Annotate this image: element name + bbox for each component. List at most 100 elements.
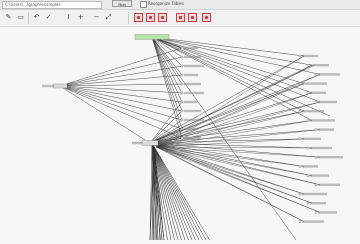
pen-icon[interactable]: ✎ [4, 13, 13, 22]
right-node[interactable] [306, 202, 310, 205]
fit-icon[interactable]: ⤢ [104, 13, 113, 22]
right-node-label [318, 156, 343, 159]
right-node[interactable] [298, 220, 302, 223]
edge-hub-to-right [149, 142, 313, 204]
center-hub-node[interactable] [141, 140, 159, 146]
right-node[interactable] [298, 54, 302, 58]
center-hub-label [132, 141, 142, 145]
right-node-label [310, 91, 326, 94]
right-node[interactable] [306, 91, 310, 94]
right-node-label [310, 174, 329, 177]
right-node[interactable] [314, 183, 318, 186]
middle-node[interactable] [180, 127, 184, 131]
right-node[interactable] [298, 110, 302, 113]
edge-hub-to-right [155, 111, 305, 148]
middle-node[interactable] [180, 82, 184, 86]
top-hub-node[interactable] [134, 34, 170, 40]
title-bar: C:\Users\...\graph\examples Run Reorgani… [0, 0, 360, 10]
right-node[interactable] [314, 73, 318, 76]
middle-node-label [184, 91, 204, 95]
middle-node[interactable] [180, 100, 184, 104]
middle-node[interactable] [180, 109, 184, 113]
right-node[interactable] [306, 119, 310, 122]
right-node[interactable] [306, 146, 310, 150]
right-node[interactable] [298, 82, 302, 85]
edge-hub-to-right [155, 83, 305, 148]
check-icon[interactable]: ✓ [44, 13, 53, 22]
right-node-label [302, 137, 321, 140]
reorganize-checkbox[interactable] [140, 1, 147, 8]
edge-tool-icon[interactable] [146, 13, 155, 22]
right-node[interactable] [306, 174, 310, 177]
toolbar: ✎ ▭ ↶ ✓ I + − ⤢ [0, 10, 360, 27]
right-node-label [302, 165, 318, 168]
edge-long-diagonal [151, 36, 331, 117]
middle-node[interactable] [180, 118, 184, 122]
middle-node[interactable] [180, 136, 184, 140]
node-tool-icon[interactable] [134, 13, 143, 22]
export-tool-icon[interactable] [188, 13, 197, 22]
right-node[interactable] [314, 128, 318, 131]
zoom-in-icon[interactable]: + [76, 13, 85, 22]
left-hub-label [42, 84, 54, 88]
right-node-label [310, 119, 335, 122]
right-node-label [318, 73, 340, 76]
edge-left-to-mid [59, 85, 183, 121]
right-node-label [318, 211, 337, 214]
middle-node[interactable] [180, 46, 184, 50]
right-node[interactable] [314, 211, 318, 214]
text-cursor-icon[interactable]: I [64, 13, 73, 22]
left-hub-node[interactable] [52, 83, 68, 89]
delete-tool-icon[interactable] [202, 13, 211, 22]
middle-node[interactable] [180, 64, 184, 68]
right-node[interactable] [298, 165, 302, 168]
right-node-label [302, 82, 327, 85]
run-button[interactable]: Run [112, 0, 132, 7]
edge-hub-to-right [149, 142, 321, 213]
right-node[interactable] [298, 137, 302, 140]
edge-top-to-right [151, 36, 305, 57]
right-node-label [310, 202, 326, 205]
edge-hub-to-right [149, 142, 321, 158]
middle-node-label [184, 136, 201, 140]
edge-hub-to-right [155, 146, 305, 222]
middle-node-label [184, 109, 201, 113]
graph-canvas[interactable] [0, 27, 360, 241]
right-node-label [302, 192, 327, 196]
edge-left-to-mid [59, 85, 183, 112]
middle-node-label [184, 73, 198, 77]
right-node[interactable] [306, 64, 310, 67]
right-node-label [310, 146, 332, 150]
right-node[interactable] [314, 156, 318, 159]
right-node-label [318, 183, 340, 186]
right-node[interactable] [298, 192, 302, 196]
path-field[interactable]: C:\Users\...\graph\examples [2, 1, 102, 9]
right-node-label [310, 64, 329, 67]
middle-node[interactable] [180, 91, 184, 95]
edge-hub-to-right [155, 138, 305, 148]
group-tool-icon[interactable] [158, 13, 167, 22]
zoom-out-icon[interactable]: − [92, 13, 101, 22]
middle-node-label [184, 64, 204, 68]
toolbar-separator [28, 12, 29, 24]
edge-left-to-mid [59, 85, 183, 130]
edge-top-to-right [151, 36, 321, 103]
middle-node-label [184, 46, 198, 50]
edge-hub-to-right [155, 146, 305, 167]
save-icon[interactable]: ▭ [16, 13, 25, 22]
edge-top-to-right [151, 36, 313, 66]
edge-long-diagonal [151, 36, 297, 241]
layout-tool-icon[interactable] [176, 13, 185, 22]
middle-node-label [184, 100, 198, 104]
graph-svg [42, 34, 343, 241]
undo-icon[interactable]: ↶ [32, 13, 41, 22]
middle-node-label [184, 55, 201, 59]
reorganize-label: Reorganize Tables [148, 1, 184, 6]
right-node-label [318, 128, 334, 131]
edge-left-to-mid [59, 56, 183, 87]
toolbar-separator [128, 12, 129, 24]
middle-node-label [184, 127, 198, 131]
middle-node[interactable] [180, 55, 184, 59]
middle-node[interactable] [180, 73, 184, 77]
right-node[interactable] [314, 100, 318, 104]
